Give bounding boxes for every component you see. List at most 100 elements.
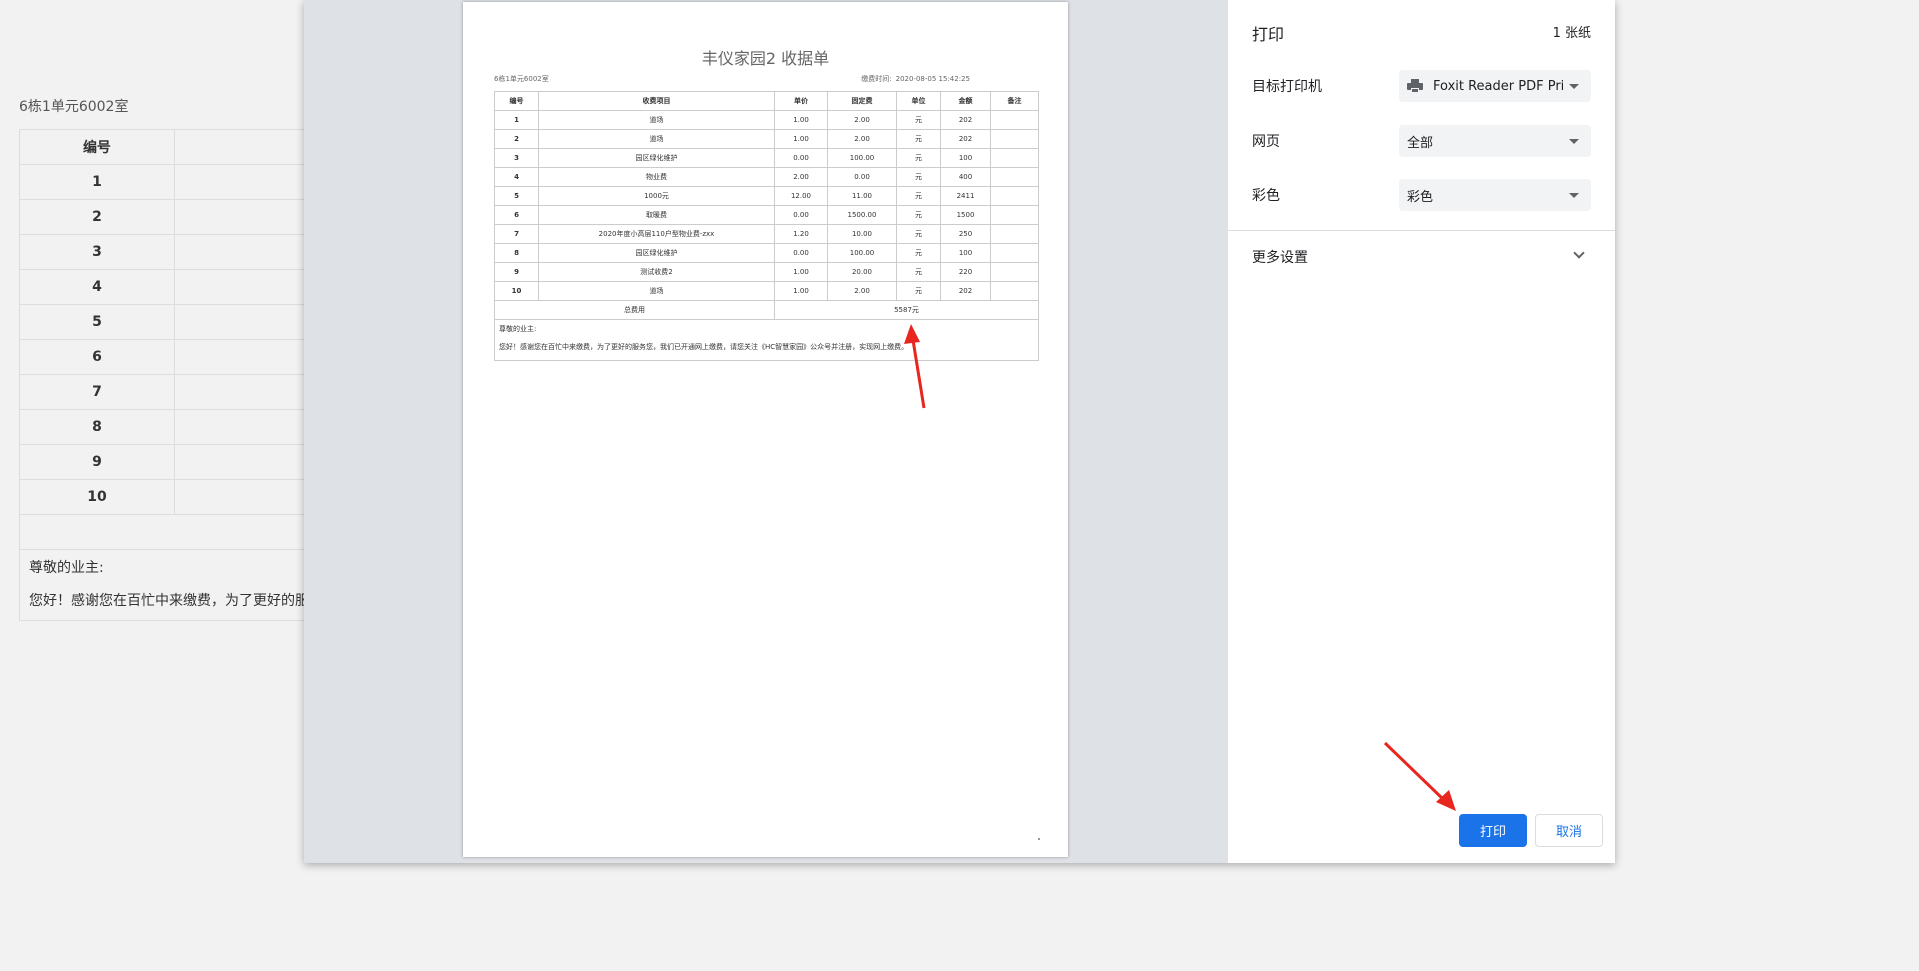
receipt-cell: 1.00 xyxy=(774,129,828,149)
destination-label: 目标打印机 xyxy=(1252,79,1322,95)
receipt-row: 2 道场 1.00 2.00 元 202 xyxy=(494,129,1039,149)
dropdown-caret-icon xyxy=(1569,83,1579,89)
receipt-note-row: 尊敬的业主: 您好！感谢您在百忙中来缴费，为了更好的服务您，我们已开通网上缴费，请… xyxy=(494,319,1039,361)
receipt-cell: 园区绿化维护 xyxy=(538,148,775,168)
receipt-cell: 2020年度小高层110户型物业费-zxx xyxy=(538,224,775,244)
receipt-cell: 7 xyxy=(494,224,539,244)
receipt-header-cell: 编号 xyxy=(494,91,539,111)
receipt-cell: 20.00 xyxy=(827,262,897,282)
print-button[interactable]: 打印 xyxy=(1459,814,1527,847)
receipt-cell: 202 xyxy=(940,281,991,301)
receipt-cell: 1500 xyxy=(940,205,991,225)
page-marker-dot xyxy=(1038,838,1040,840)
receipt-cell xyxy=(990,224,1039,244)
receipt-header-cell: 固定费 xyxy=(827,91,897,111)
row-number: 5 xyxy=(19,304,175,340)
receipt-cell: 1.00 xyxy=(774,110,828,130)
receipt-cell: 100.00 xyxy=(827,243,897,263)
receipt-cell: 12.00 xyxy=(774,186,828,206)
row-number: 7 xyxy=(19,374,175,410)
receipt-row: 7 2020年度小高层110户型物业费-zxx 1.20 10.00 元 250 xyxy=(494,224,1039,244)
receipt-cell: 0.00 xyxy=(774,205,828,225)
receipt-cell: 1.00 xyxy=(774,281,828,301)
more-settings-toggle[interactable]: 更多设置 xyxy=(1228,231,1615,281)
receipt-header-cell: 金额 xyxy=(940,91,991,111)
room-label: 6栋1单元6002室 xyxy=(19,99,129,115)
receipt-cell xyxy=(990,110,1039,130)
receipt-cell: 100 xyxy=(940,243,991,263)
chevron-down-icon xyxy=(1573,247,1585,259)
receipt-cell: 元 xyxy=(896,167,941,187)
receipt-cell: 11.00 xyxy=(827,186,897,206)
receipt-cell: 物业费 xyxy=(538,167,775,187)
receipt-cell: 元 xyxy=(896,243,941,263)
receipt-cell: 0.00 xyxy=(774,148,828,168)
receipt-cell: 元 xyxy=(896,110,941,130)
receipt-cell: 400 xyxy=(940,167,991,187)
receipt-header-cell: 备注 xyxy=(990,91,1039,111)
row-number: 8 xyxy=(19,409,175,445)
receipt-cell: 元 xyxy=(896,262,941,282)
receipt-row: 3 园区绿化维护 0.00 100.00 元 100 xyxy=(494,148,1039,168)
row-number: 1 xyxy=(19,164,175,200)
receipt-note-cell: 尊敬的业主: 您好！感谢您在百忙中来缴费，为了更好的服务您，我们已开通网上缴费，请… xyxy=(494,319,1039,361)
destination-value: Foxit Reader PDF Printer xyxy=(1433,78,1563,94)
dropdown-caret-icon xyxy=(1569,138,1579,144)
print-title: 打印 xyxy=(1252,25,1285,44)
receipt-cell: 取暖费 xyxy=(538,205,775,225)
receipt-cell: 10 xyxy=(494,281,539,301)
color-label: 彩色 xyxy=(1252,188,1280,204)
receipt-time-value: 2020-08-05 15:42:25 xyxy=(895,75,970,83)
receipt-cell xyxy=(990,167,1039,187)
receipt-row: 10 道场 1.00 2.00 元 202 xyxy=(494,281,1039,301)
row-number: 2 xyxy=(19,199,175,235)
receipt-cell: 2.00 xyxy=(774,167,828,187)
printer-icon xyxy=(1407,79,1423,93)
print-dialog: 丰仪家园2 收据单 6栋1单元6002室 缴费时间: 2020-08-05 15:… xyxy=(304,0,1615,863)
receipt-cell: 0.00 xyxy=(827,167,897,187)
receipt-cell: 9 xyxy=(494,262,539,282)
receipt-room: 6栋1单元6002室 xyxy=(494,75,549,83)
receipt-cell: 园区绿化维护 xyxy=(538,243,775,263)
receipt-cell: 道场 xyxy=(538,281,775,301)
receipt-cell: 元 xyxy=(896,129,941,149)
pages-label: 网页 xyxy=(1252,134,1280,150)
receipt-table-header: 编号 收费项目 单价 固定费 单位 金额 备注 xyxy=(494,91,1039,111)
receipt-cell: 元 xyxy=(896,148,941,168)
row-number: 9 xyxy=(19,444,175,480)
row-number: 10 xyxy=(19,479,175,515)
receipt-cell: 1.20 xyxy=(774,224,828,244)
receipt-table: 编号 收费项目 单价 固定费 单位 金额 备注 1 道场 1.00 2.00 元 202 2… xyxy=(494,91,1039,361)
receipt-cell xyxy=(990,148,1039,168)
print-settings-panel: 打印 1 张纸 目标打印机 Foxit Reader PDF Printer 网… xyxy=(1228,0,1615,863)
color-select[interactable]: 彩色 xyxy=(1399,179,1591,211)
receipt-cell: 4 xyxy=(494,167,539,187)
receipt-cell: 道场 xyxy=(538,110,775,130)
cancel-button[interactable]: 取消 xyxy=(1535,814,1603,847)
destination-select[interactable]: Foxit Reader PDF Printer xyxy=(1399,70,1591,102)
receipt-cell: 元 xyxy=(896,205,941,225)
receipt-row: 1 道场 1.00 2.00 元 202 xyxy=(494,110,1039,130)
total-value: 5587元 xyxy=(774,300,1039,320)
receipt-cell: 2.00 xyxy=(827,281,897,301)
receipt-row: 6 取暖费 0.00 1500.00 元 1500 xyxy=(494,205,1039,225)
row-number: 6 xyxy=(19,339,175,375)
receipt-cell xyxy=(990,205,1039,225)
receipt-cell: 1000元 xyxy=(538,186,775,206)
receipt-row: 9 测试收费2 1.00 20.00 元 220 xyxy=(494,262,1039,282)
receipt-cell: 元 xyxy=(896,281,941,301)
receipt-cell: 100 xyxy=(940,148,991,168)
receipt-cell: 2.00 xyxy=(827,129,897,149)
receipt-cell: 测试收费2 xyxy=(538,262,775,282)
receipt-cell: 202 xyxy=(940,110,991,130)
receipt-cell: 202 xyxy=(940,129,991,149)
receipt-cell xyxy=(990,186,1039,206)
receipt-row: 8 园区绿化维护 0.00 100.00 元 100 xyxy=(494,243,1039,263)
receipt-cell: 2 xyxy=(494,129,539,149)
pages-select[interactable]: 全部 xyxy=(1399,125,1591,157)
receipt-cell xyxy=(990,281,1039,301)
receipt-cell: 3 xyxy=(494,148,539,168)
row-number: 3 xyxy=(19,234,175,270)
receipt-row: 5 1000元 12.00 11.00 元 2411 xyxy=(494,186,1039,206)
receipt-cell: 100.00 xyxy=(827,148,897,168)
